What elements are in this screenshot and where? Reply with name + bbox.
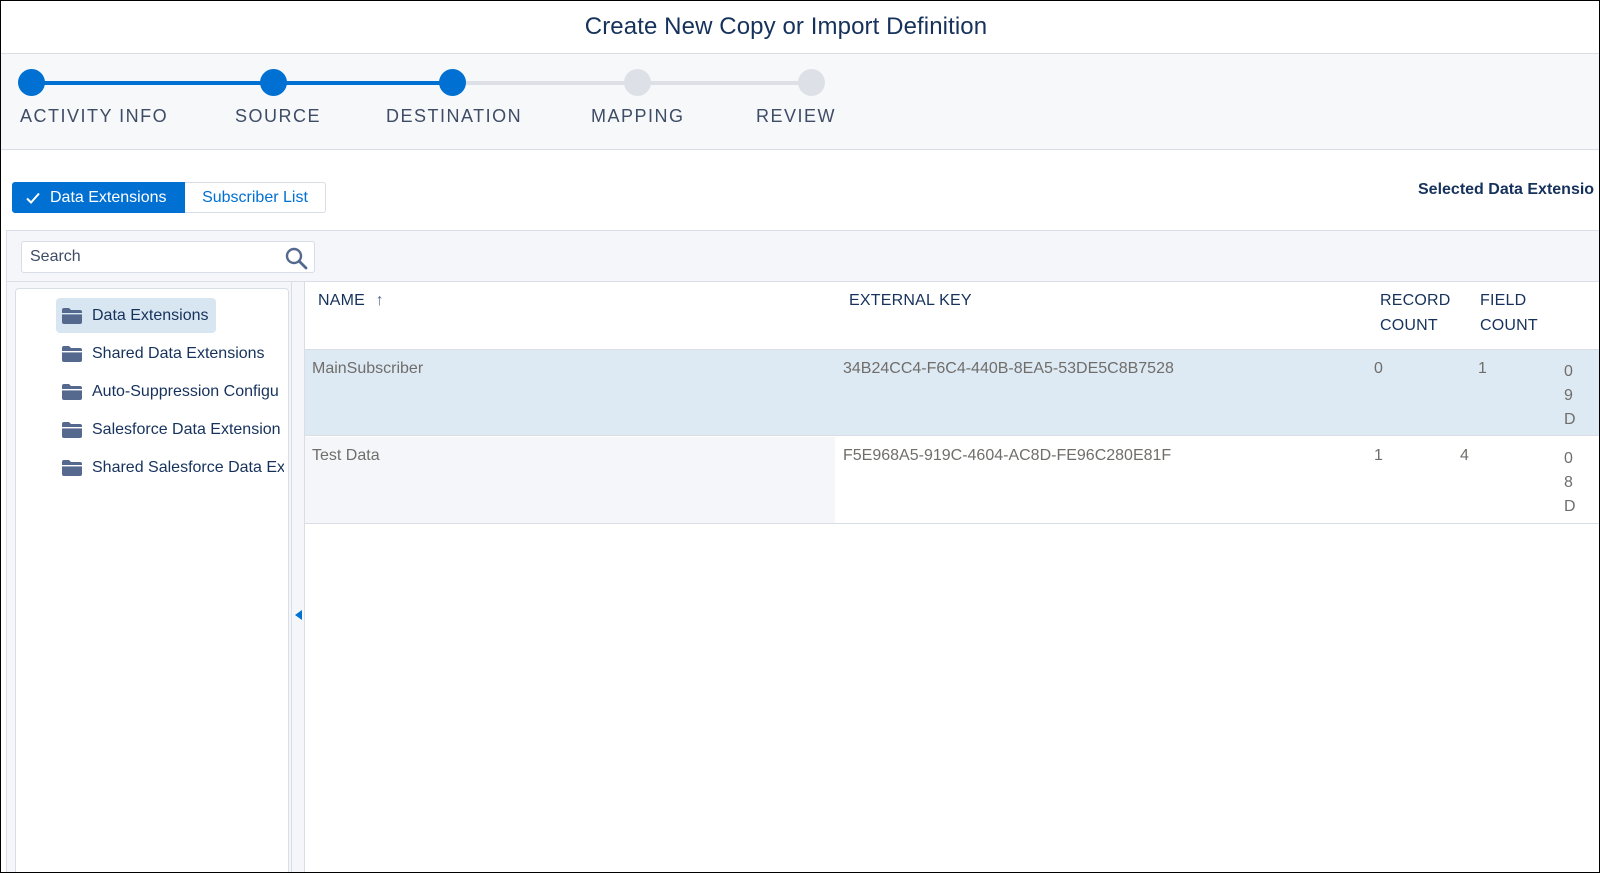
data-extensions-button-label: Data Extensions — [50, 188, 167, 206]
cell-truncated-line: 9 — [1564, 387, 1573, 404]
tree-item-label: Data Extensions — [92, 306, 209, 324]
cell-truncated-line: 0 — [1564, 450, 1573, 467]
column-header-record-count[interactable]: RECORD COUNT — [1380, 288, 1451, 338]
cell-field-count: 4 — [1460, 447, 1469, 464]
subscriber-list-button[interactable]: Subscriber List — [185, 182, 326, 213]
tree-item-label: Shared Data Extensions — [92, 344, 265, 362]
progress-step-review-label: REVIEW — [756, 106, 837, 126]
column-header-field-count-line1: FIELD — [1480, 292, 1527, 309]
cell-truncated: 0 8 D — [1564, 447, 1576, 519]
search-box — [21, 241, 315, 273]
tree-item-label: Salesforce Data Extension — [92, 420, 281, 438]
cell-truncated-line: 8 — [1564, 474, 1573, 491]
data-extension-table: NAME ↑ EXTERNAL KEY RECORD COUNT FIELD C… — [304, 282, 1599, 872]
search-input[interactable] — [22, 242, 272, 272]
name-cell-background — [305, 437, 835, 523]
sort-ascending-icon: ↑ — [375, 292, 384, 309]
folder-icon — [62, 421, 82, 438]
progress-step-destination-dot[interactable] — [439, 69, 466, 96]
progress-stepper: ACTIVITY INFO SOURCE DESTINATION MAPPING… — [1, 54, 1599, 150]
page-header: Create New Copy or Import Definition — [1, 1, 1599, 54]
column-header-record-count-line2: COUNT — [1380, 317, 1438, 334]
check-icon — [26, 192, 40, 204]
source-type-toggle: Data Extensions Subscriber List — [12, 182, 326, 213]
folder-tree: Data Extensions Shared Data Extensions A… — [15, 288, 289, 872]
progress-step-source-dot[interactable] — [260, 69, 287, 96]
cell-record-count: 1 — [1374, 447, 1383, 464]
search-icon[interactable] — [284, 246, 308, 270]
tree-item-data-extensions[interactable]: Data Extensions — [56, 298, 216, 333]
tree-item-label: Auto-Suppression Configu — [92, 382, 279, 400]
column-header-field-count[interactable]: FIELD COUNT — [1480, 288, 1538, 338]
browser-panel: Data Extensions Shared Data Extensions A… — [6, 230, 1599, 872]
data-extensions-button[interactable]: Data Extensions — [12, 182, 185, 213]
selected-data-extension-heading: Selected Data Extensio — [1418, 181, 1595, 198]
progress-step-source-label: SOURCE — [235, 106, 322, 126]
progress-step-activity-info-label: ACTIVITY INFO — [20, 106, 169, 126]
tree-item-auto-suppression-configuration[interactable]: Auto-Suppression Configu — [56, 374, 284, 409]
cell-name: MainSubscriber — [312, 360, 424, 377]
cell-truncated-line: 0 — [1564, 363, 1573, 380]
folder-icon — [62, 459, 82, 476]
progress-track-complete — [31, 81, 453, 85]
cell-external-key: 34B24CC4-F6C4-440B-8EA5-53DE5C8B7528 — [843, 360, 1174, 377]
table-row[interactable]: Test Data F5E968A5-919C-4604-AC8D-FE96C2… — [305, 437, 1599, 524]
app-window: Create New Copy or Import Definition ACT… — [1, 1, 1599, 872]
progress-step-mapping-label: MAPPING — [591, 106, 685, 126]
page-title: Create New Copy or Import Definition — [584, 13, 988, 40]
progress-step-destination-label: DESTINATION — [386, 106, 523, 126]
folder-icon — [62, 307, 82, 324]
tree-item-shared-salesforce-data-extensions[interactable]: Shared Salesforce Data Ex — [56, 450, 284, 485]
column-header-name[interactable]: NAME ↑ — [318, 288, 384, 313]
cell-truncated-line: D — [1564, 498, 1576, 515]
column-header-record-count-line1: RECORD — [1380, 292, 1451, 309]
folder-icon — [62, 383, 82, 400]
tree-splitter[interactable] — [291, 282, 304, 872]
table-row[interactable]: MainSubscriber 34B24CC4-F6C4-440B-8EA5-5… — [305, 349, 1599, 436]
cell-external-key: F5E968A5-919C-4604-AC8D-FE96C280E81F — [843, 447, 1172, 464]
progress-step-mapping-dot — [624, 69, 651, 96]
cell-name: Test Data — [312, 447, 380, 464]
tree-item-salesforce-data-extensions[interactable]: Salesforce Data Extension — [56, 412, 284, 447]
collapse-left-icon[interactable] — [294, 609, 303, 621]
folder-icon — [62, 345, 82, 362]
progress-step-review-dot — [798, 69, 825, 96]
tree-item-label: Shared Salesforce Data Ex — [92, 458, 284, 476]
cell-truncated: 0 9 D — [1564, 360, 1576, 432]
cell-record-count: 0 — [1374, 360, 1383, 377]
subscriber-list-button-label: Subscriber List — [202, 188, 308, 206]
tree-item-shared-data-extensions[interactable]: Shared Data Extensions — [56, 336, 284, 371]
column-header-name-label: NAME — [318, 292, 366, 309]
progress-step-activity-info-dot[interactable] — [18, 69, 45, 96]
cell-truncated-line: D — [1564, 411, 1576, 428]
column-header-external-key[interactable]: EXTERNAL KEY — [849, 288, 972, 313]
cell-field-count: 1 — [1478, 360, 1487, 377]
column-header-field-count-line2: COUNT — [1480, 317, 1538, 334]
